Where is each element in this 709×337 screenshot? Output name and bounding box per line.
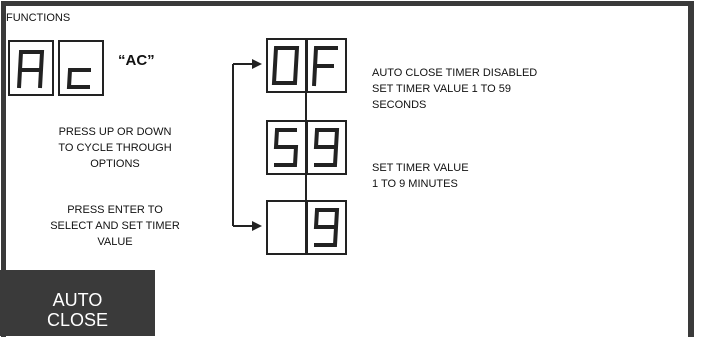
display-59 xyxy=(266,120,348,175)
display-9 xyxy=(266,200,348,255)
option-0F-description: AUTO CLOSE TIMER DISABLED SET TIMER VALU… xyxy=(372,67,538,111)
display-0F xyxy=(266,38,348,93)
option-59-description: SET TIMER VALUE 1 TO 9 MINUTES xyxy=(372,162,469,190)
auto-close-tab: AUTO CLOSE xyxy=(0,270,155,336)
tab-line-2: CLOSE xyxy=(46,310,109,330)
tab-line-1: AUTO xyxy=(52,290,103,310)
